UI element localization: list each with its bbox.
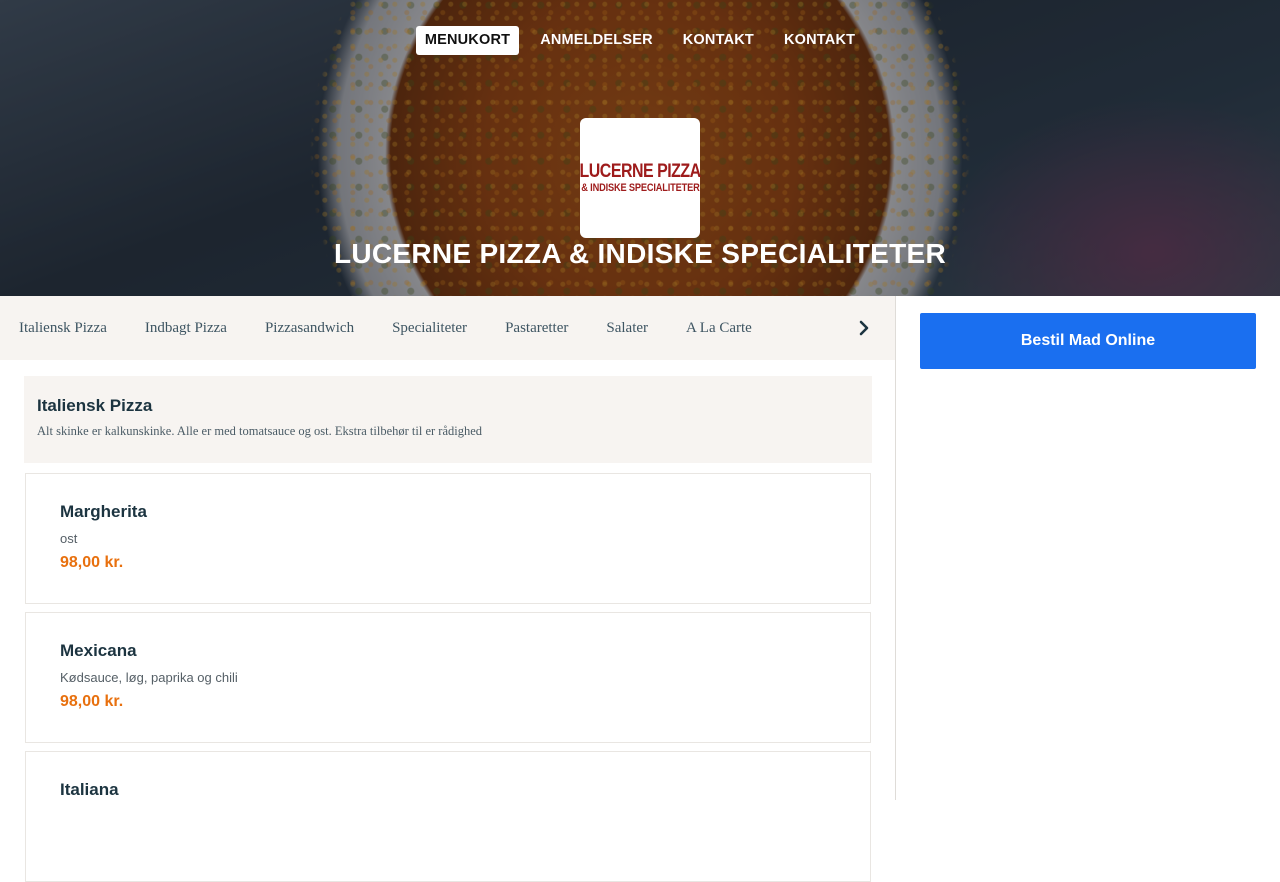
category-specialiteter[interactable]: Specialiteter — [373, 296, 486, 360]
nav-kontakt-2[interactable]: KONTAKT — [775, 26, 864, 55]
category-a-la-carte[interactable]: A La Carte — [667, 296, 771, 360]
menu-item-price: 98,00 kr. — [60, 554, 124, 571]
menu-item[interactable]: Mexicana Kødsauce, løg, paprika og chili… — [25, 612, 871, 743]
menu-item-name: Italiana — [60, 780, 119, 799]
chevron-right-icon[interactable] — [833, 296, 895, 360]
section-header: Italiensk Pizza Alt skinke er kalkunskin… — [24, 376, 872, 463]
menu-item-description: ost — [60, 531, 78, 546]
restaurant-name: LUCERNE PIZZA & INDISKE SPECIALITETER — [333, 238, 947, 269]
section-title: Italiensk Pizza — [37, 396, 153, 415]
category-pastaretter[interactable]: Pastaretter — [486, 296, 587, 360]
category-italiensk-pizza[interactable]: Italiensk Pizza — [0, 296, 126, 360]
nav-menukort[interactable]: MENUKORT — [415, 26, 520, 55]
section-description: Alt skinke er kalkunskinke. Alle er med … — [37, 424, 483, 438]
menu-item-name: Margherita — [60, 502, 147, 521]
category-bar: Italiensk Pizza Indbagt Pizza Pizzasandw… — [0, 296, 895, 360]
menu-item[interactable]: Margherita ost 98,00 kr. — [25, 473, 871, 604]
top-navigation: MENUKORT ANMELDELSER KONTAKT KONTAKT — [0, 26, 1280, 55]
category-pizzasandwich[interactable]: Pizzasandwich — [246, 296, 373, 360]
menu-item-name: Mexicana — [60, 641, 137, 660]
category-salater[interactable]: Salater — [587, 296, 667, 360]
menu-item-price: 98,00 kr. — [60, 693, 124, 710]
nav-kontakt[interactable]: KONTAKT — [674, 26, 763, 55]
order-online-button[interactable]: Bestil Mad Online — [920, 313, 1256, 369]
logo-line-1: LUCERNE PIZZA — [579, 160, 701, 182]
column-divider — [895, 296, 896, 800]
category-indbagt-pizza[interactable]: Indbagt Pizza — [126, 296, 246, 360]
menu-item[interactable]: Italiana — [25, 751, 871, 882]
restaurant-logo: LUCERNE PIZZA & INDISKE SPECIALITETER — [579, 118, 701, 238]
menu-item-description: Kødsauce, løg, paprika og chili — [60, 670, 238, 685]
menu-list: Italiensk Pizza Alt skinke er kalkunskin… — [0, 360, 895, 882]
logo-line-2: & INDISKE SPECIALITETER — [580, 181, 700, 194]
nav-anmeldelser[interactable]: ANMELDELSER — [531, 26, 662, 55]
hero-banner: MENUKORT ANMELDELSER KONTAKT KONTAKT LUC… — [0, 0, 1280, 296]
